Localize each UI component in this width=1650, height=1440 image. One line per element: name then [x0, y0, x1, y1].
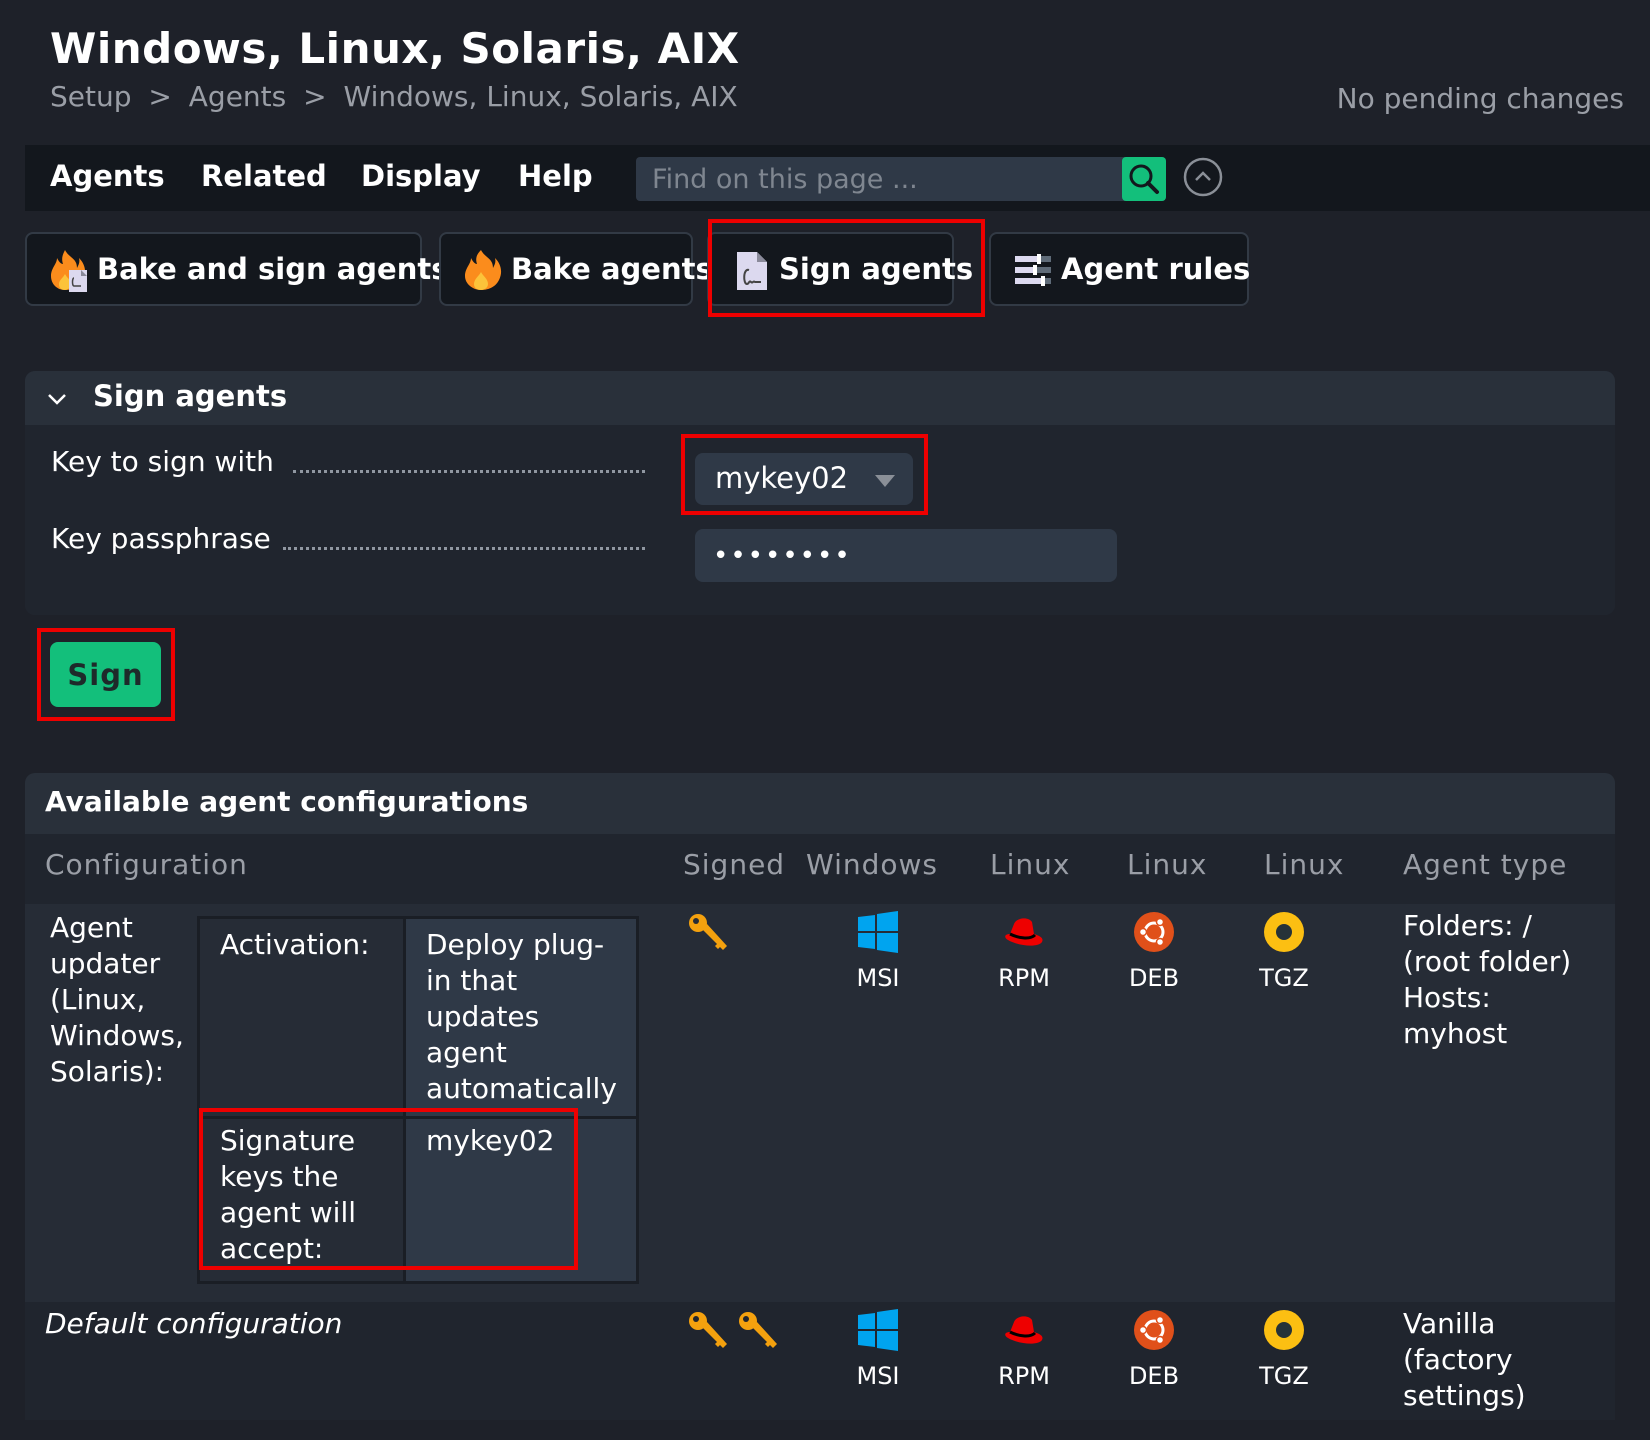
redhat-icon: [1005, 918, 1043, 946]
breadcrumb-separator: >: [303, 80, 327, 113]
agent-rules-button[interactable]: Agent rules: [989, 232, 1251, 306]
detail-value: mykey02: [406, 1119, 636, 1281]
detail-key: Activation:: [200, 919, 406, 1119]
detail-key: Signature keys the agent will accept:: [200, 1119, 406, 1281]
breadcrumb-separator: >: [148, 80, 172, 113]
passphrase-input[interactable]: [695, 529, 1117, 582]
package-label: RPM: [998, 964, 1050, 992]
package-deb[interactable]: DEB: [1114, 1308, 1194, 1390]
agent-type: Folders: / (root folder) Hosts: myhost: [1403, 909, 1572, 1050]
key-icon[interactable]: [687, 1310, 731, 1354]
package-tgz[interactable]: TGZ: [1244, 1308, 1324, 1390]
package-label: MSI: [856, 1362, 900, 1390]
label-leader-dots: [293, 469, 645, 473]
chevron-down-icon: [48, 394, 66, 405]
column-header-signed: Signed: [683, 848, 786, 881]
page-title: Windows, Linux, Solaris, AIX: [50, 24, 740, 73]
tgz-icon: [1264, 912, 1304, 952]
tgz-icon: [1264, 1310, 1304, 1350]
key-icon[interactable]: [687, 912, 731, 956]
agent-configurations-panel: Available agent configurations Configura…: [25, 773, 1615, 1420]
key-passphrase-label: Key passphrase: [51, 522, 271, 555]
key-to-sign-label: Key to sign with: [51, 445, 274, 478]
table-row: Default configuration MSI RPM DEB TGZ Va…: [25, 1302, 1615, 1420]
search-button[interactable]: [1122, 157, 1166, 201]
config-name: Agent updater (Linux, Windows, Solaris):: [50, 911, 184, 1088]
package-label: DEB: [1128, 1362, 1180, 1390]
breadcrumb-setup[interactable]: Setup: [50, 80, 132, 113]
redhat-icon: [1005, 1316, 1043, 1344]
detail-value: Deploy plug-in that updates agent automa…: [406, 919, 636, 1119]
bake-agents-button[interactable]: Bake agents: [439, 232, 713, 306]
key-select[interactable]: mykey02: [695, 453, 913, 505]
menu-help[interactable]: Help: [518, 159, 593, 193]
config-name: Default configuration: [45, 1307, 343, 1340]
key-icon[interactable]: [737, 1310, 781, 1354]
package-label: TGZ: [1259, 964, 1309, 992]
sign-button[interactable]: Sign: [50, 642, 161, 707]
menu-display[interactable]: Display: [361, 159, 481, 193]
package-label: DEB: [1128, 964, 1180, 992]
bake-agents-label: Bake agents: [511, 252, 713, 286]
search-input[interactable]: [636, 157, 1096, 201]
signed-document-icon: [729, 246, 771, 292]
package-rpm[interactable]: RPM: [984, 1308, 1064, 1390]
agent-configurations-title: Available agent configurations: [45, 785, 529, 818]
pending-changes-status[interactable]: No pending changes: [1337, 82, 1624, 115]
ubuntu-icon: [1134, 912, 1174, 952]
ubuntu-icon: [1134, 1310, 1174, 1350]
bake-and-sign-agents-label: Bake and sign agents: [97, 252, 449, 286]
key-select-value: mykey02: [715, 461, 849, 495]
package-deb[interactable]: DEB: [1114, 910, 1194, 992]
package-msi[interactable]: MSI: [838, 910, 918, 992]
column-header-agent-type: Agent type: [1403, 848, 1568, 881]
package-label: RPM: [998, 1362, 1050, 1390]
column-header-linux-rpm: Linux: [990, 848, 1071, 881]
flame-signature-icon: [47, 246, 89, 292]
search-box: [636, 157, 1166, 201]
config-details-table: Activation: Deploy plug-in that updates …: [197, 916, 639, 1284]
breadcrumb-current[interactable]: Windows, Linux, Solaris, AIX: [344, 80, 738, 113]
menu-agents[interactable]: Agents: [50, 159, 165, 193]
sign-agents-panel-header[interactable]: Sign agents: [25, 371, 1615, 425]
collapse-header-button[interactable]: [1183, 157, 1223, 197]
bake-and-sign-agents-button[interactable]: Bake and sign agents: [25, 232, 448, 306]
sign-agents-form: Key to sign with mykey02 Key passphrase: [25, 425, 1615, 615]
package-tgz[interactable]: TGZ: [1244, 910, 1324, 992]
chevron-up-circle-icon: [1183, 157, 1223, 197]
menu-related[interactable]: Related: [201, 159, 327, 193]
column-header-linux-tgz: Linux: [1264, 848, 1345, 881]
passphrase-field: [695, 529, 1117, 582]
breadcrumb-agents[interactable]: Agents: [189, 80, 286, 113]
windows-icon: [858, 911, 898, 953]
sign-agents-panel: Sign agents Key to sign with mykey02 Key…: [25, 371, 1615, 615]
label-leader-dots: [283, 546, 645, 550]
flame-icon: [461, 246, 503, 292]
table-row: Agent updater (Linux, Windows, Solaris):…: [25, 904, 1615, 1302]
column-header-linux-deb: Linux: [1127, 848, 1208, 881]
sign-agents-button[interactable]: Sign agents: [707, 232, 973, 306]
agent-type: Vanilla (factory settings): [1403, 1307, 1526, 1412]
dropdown-arrow-icon: [875, 475, 895, 487]
package-label: MSI: [856, 964, 900, 992]
column-header-windows: Windows: [806, 848, 938, 881]
package-msi[interactable]: MSI: [838, 1308, 918, 1390]
package-label: TGZ: [1259, 1362, 1309, 1390]
breadcrumb: Setup > Agents > Windows, Linux, Solaris…: [50, 80, 746, 113]
agent-rules-label: Agent rules: [1061, 252, 1251, 286]
column-header-configuration: Configuration: [45, 848, 248, 881]
package-rpm[interactable]: RPM: [984, 910, 1064, 992]
menubar: Agents Related Display Help: [25, 145, 1650, 211]
search-icon: [1129, 164, 1159, 194]
windows-icon: [858, 1309, 898, 1351]
agent-configurations-header: Available agent configurations: [25, 773, 1615, 834]
rules-sliders-icon: [1011, 246, 1053, 292]
table-header: Configuration Signed Windows Linux Linux…: [25, 834, 1615, 904]
sign-agents-panel-title: Sign agents: [93, 379, 288, 413]
sign-agents-label: Sign agents: [779, 252, 974, 286]
